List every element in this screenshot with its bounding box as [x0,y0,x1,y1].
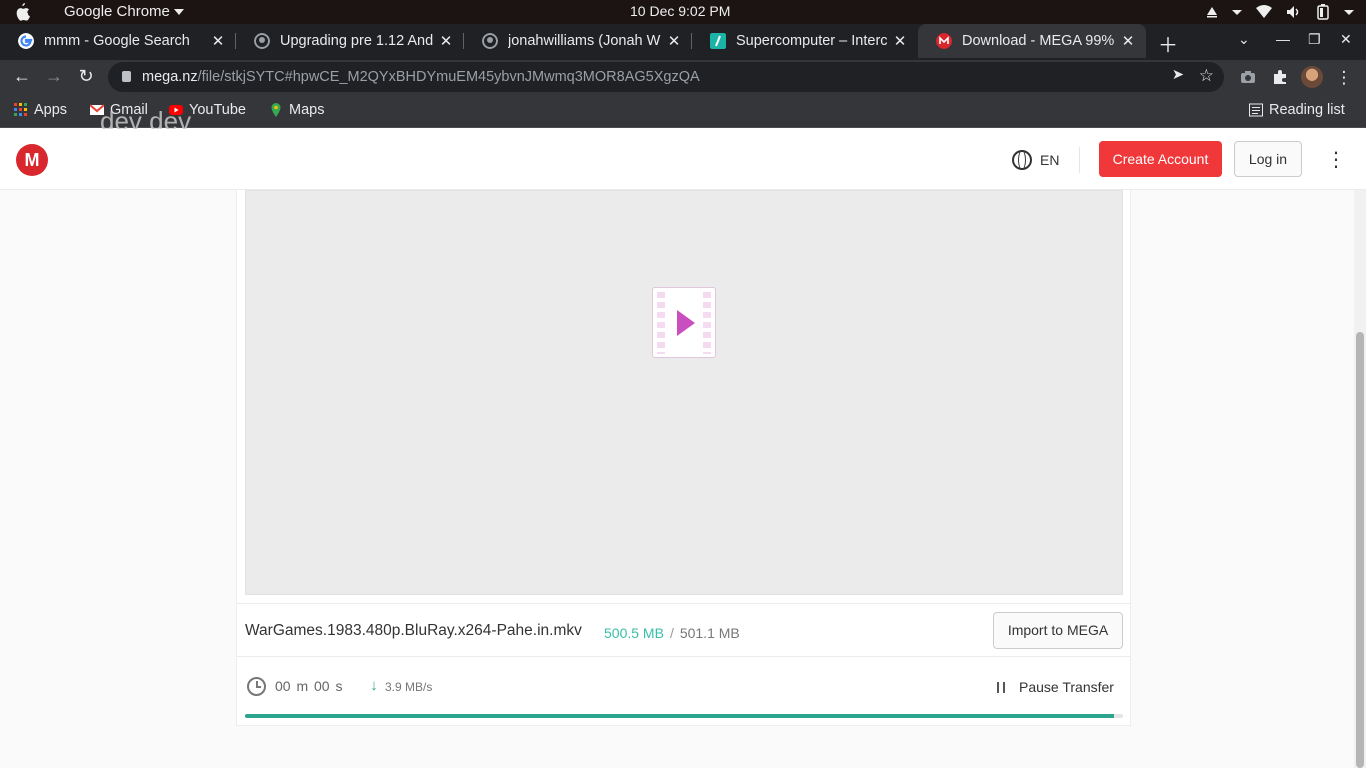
pause-icon[interactable] [997,682,1005,693]
send-to-devices-icon[interactable]: ➤ [1172,67,1184,83]
bookmark-star-icon[interactable]: ☆ [1199,66,1214,86]
app-menu-name[interactable]: Google Chrome [64,3,170,20]
download-arrow-icon: ↓ [370,677,378,694]
progress-fill [245,714,1115,718]
system-tray [1206,4,1354,20]
google-icon [18,33,34,49]
bookmark-maps[interactable]: Maps [269,102,324,118]
reading-list-label: Reading list [1269,102,1345,118]
wifi-icon[interactable] [1256,5,1272,19]
reload-icon[interactable]: ↻ [75,66,97,87]
tab-github-upgrading[interactable]: Upgrading pre 1.12 And ✕ [236,24,464,58]
film-strip-left [657,292,665,354]
file-name: WarGames.1983.480p.BluRay.x264-Pahe.in.m… [245,622,582,639]
file-info-row: WarGames.1983.480p.BluRay.x264-Pahe.in.m… [237,603,1130,657]
battery-icon[interactable] [1316,4,1330,20]
tab-title: Upgrading pre 1.12 And [280,33,434,49]
extensions-puzzle-icon[interactable] [1271,68,1289,86]
video-file-icon [652,287,716,358]
tab-close-icon[interactable]: ✕ [436,32,456,50]
download-progress-bar [245,714,1123,718]
reading-list-button[interactable]: Reading list [1249,102,1345,118]
forward-arrow-icon[interactable]: → [43,66,65,87]
url-path: /file/stkjSYTC#hpwCE_M2QYxBHDYmuEM45ybvn… [197,69,700,85]
bookmarks-bar: Apps Gmail YouTube Maps Reading list [0,94,1366,128]
address-bar[interactable]: mega.nz/file/stkjSYTC#hpwCE_M2QYxBHDYmuE… [108,62,1224,92]
volume-icon[interactable] [1286,5,1302,19]
tab-title: mmm - Google Search [44,33,190,49]
language-selector[interactable]: EN [1012,150,1059,170]
lock-icon[interactable] [122,71,131,82]
tab-supercomputer[interactable]: Supercomputer – Interc ✕ [692,24,918,58]
create-account-button[interactable]: Create Account [1099,141,1222,177]
size-separator: / [669,625,674,641]
file-size-progress: 500.5 MB / 501.1 MB [604,625,740,641]
mega-icon [936,33,952,49]
clock-icon [247,677,266,696]
mega-header: M EN Create Account Log in ⋮ [0,129,1366,190]
apps-grid-icon [14,103,27,116]
login-button[interactable]: Log in [1234,141,1302,177]
tab-title: Download - MEGA 99% [962,33,1115,49]
maps-icon [271,103,281,117]
globe-icon [1012,150,1032,170]
transfer-speed: 3.9 MB/s [385,680,433,694]
github-icon [482,33,498,49]
scrollbar-thumb[interactable] [1356,332,1364,768]
page-scrollbar[interactable] [1354,190,1366,768]
apple-icon[interactable] [14,3,30,21]
tab-close-icon[interactable]: ✕ [664,32,684,50]
os-top-bar: Google Chrome 10 Dec 9:02 PM [0,0,1366,24]
tab-close-icon[interactable]: ✕ [1118,32,1138,50]
tab-search-chevron-icon[interactable]: ⌄ [1238,31,1250,48]
back-arrow-icon[interactable]: ← [11,66,33,87]
time-remaining: 00 m 00 s [275,678,343,694]
supercomputer-icon [710,33,726,49]
tab-close-icon[interactable]: ✕ [890,32,910,50]
tray-dropdown-icon[interactable] [1232,7,1242,17]
tab-mega-download[interactable]: Download - MEGA 99% ✕ [918,24,1146,58]
camera-extension-icon[interactable] [1239,68,1257,86]
profile-avatar[interactable] [1301,66,1323,88]
bookmark-label: YouTube [189,102,246,118]
tab-google-search[interactable]: mmm - Google Search ✕ [0,24,236,58]
bookmark-label: Apps [34,102,68,118]
restore-icon[interactable]: ❐ [1308,31,1321,48]
language-label: EN [1040,152,1060,168]
reading-list-icon [1249,103,1263,117]
github-icon [254,33,270,49]
close-window-icon[interactable]: ✕ [1340,31,1352,48]
transfer-status-row: 00 m 00 s ↓ 3.9 MB/s Pause Transfer [237,657,1130,717]
bookmark-label: Maps [289,102,325,118]
new-tab-plus-icon[interactable]: ＋ [1158,29,1178,58]
power-menu-icon[interactable] [1344,7,1354,17]
tab-title: jonahwilliams (Jonah W [508,33,661,49]
url-text[interactable]: mega.nz/file/stkjSYTC#hpwCE_M2QYxBHDYmuE… [142,69,700,85]
pause-transfer-button[interactable]: Pause Transfer [1019,679,1114,695]
tab-github-jonahwilliams[interactable]: jonahwilliams (Jonah W ✕ [464,24,692,58]
downloaded-size: 500.5 MB [604,625,664,641]
bookmark-apps[interactable]: Apps [14,102,67,118]
header-divider [1079,147,1080,173]
total-size: 501.1 MB [679,625,740,641]
video-preview[interactable] [245,190,1123,595]
browser-toolbar: ← → ↻ mega.nz/file/stkjSYTC#hpwCE_M2QYxB… [0,60,1366,94]
import-to-mega-button[interactable]: Import to MEGA [993,612,1123,649]
play-icon [677,310,695,336]
tab-title: Supercomputer – Interc [736,33,888,49]
minimize-icon[interactable]: — [1276,31,1290,47]
film-strip-right [703,292,711,354]
more-menu-icon[interactable]: ⋮ [1326,150,1346,170]
mega-logo[interactable]: M [16,144,48,176]
chrome-menu-icon[interactable]: ⋮ [1335,68,1353,87]
tab-close-icon[interactable]: ✕ [208,32,228,50]
app-menu-caret-icon[interactable] [174,9,184,15]
system-clock[interactable]: 10 Dec 9:02 PM [630,3,730,19]
upload-indicator-icon[interactable] [1206,6,1218,18]
url-domain: mega.nz [142,69,198,85]
